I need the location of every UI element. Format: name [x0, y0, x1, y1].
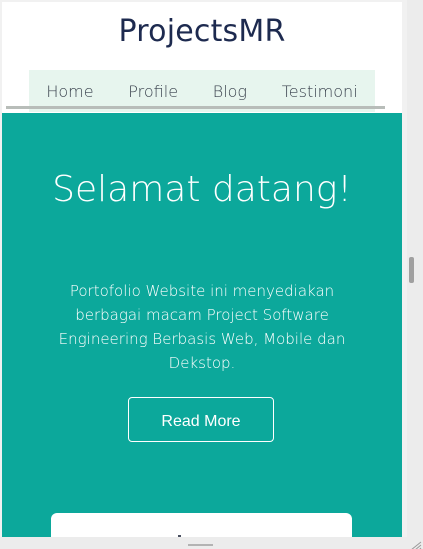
read-more-button[interactable]: Read More	[128, 397, 274, 442]
vertical-scrollbar[interactable]	[407, 0, 423, 549]
vertical-scroll-thumb[interactable]	[409, 257, 414, 283]
horizontal-scrollbar[interactable]	[0, 537, 407, 549]
nav-item-testimoni[interactable]: Testimoni	[282, 82, 358, 101]
nav-divider	[6, 106, 385, 109]
nav-item-home[interactable]: Home	[46, 82, 93, 101]
resize-grip-icon[interactable]	[407, 537, 423, 549]
site-logo-text[interactable]: ProjectsMR	[2, 14, 402, 49]
hero-title: Selamat datang!	[52, 169, 352, 210]
horizontal-scroll-thumb[interactable]	[188, 544, 213, 546]
hero-section: Selamat datang! Portofolio Website ini m…	[2, 113, 402, 537]
content-card	[51, 513, 352, 537]
web-page: ProjectsMR Home Profile Blog Testimoni S…	[2, 2, 402, 537]
browser-viewport: ProjectsMR Home Profile Blog Testimoni S…	[0, 0, 423, 549]
nav-item-blog[interactable]: Blog	[213, 82, 247, 101]
nav-item-profile[interactable]: Profile	[128, 82, 178, 101]
hero-description: Portofolio Website ini menyediakan berba…	[58, 282, 346, 372]
